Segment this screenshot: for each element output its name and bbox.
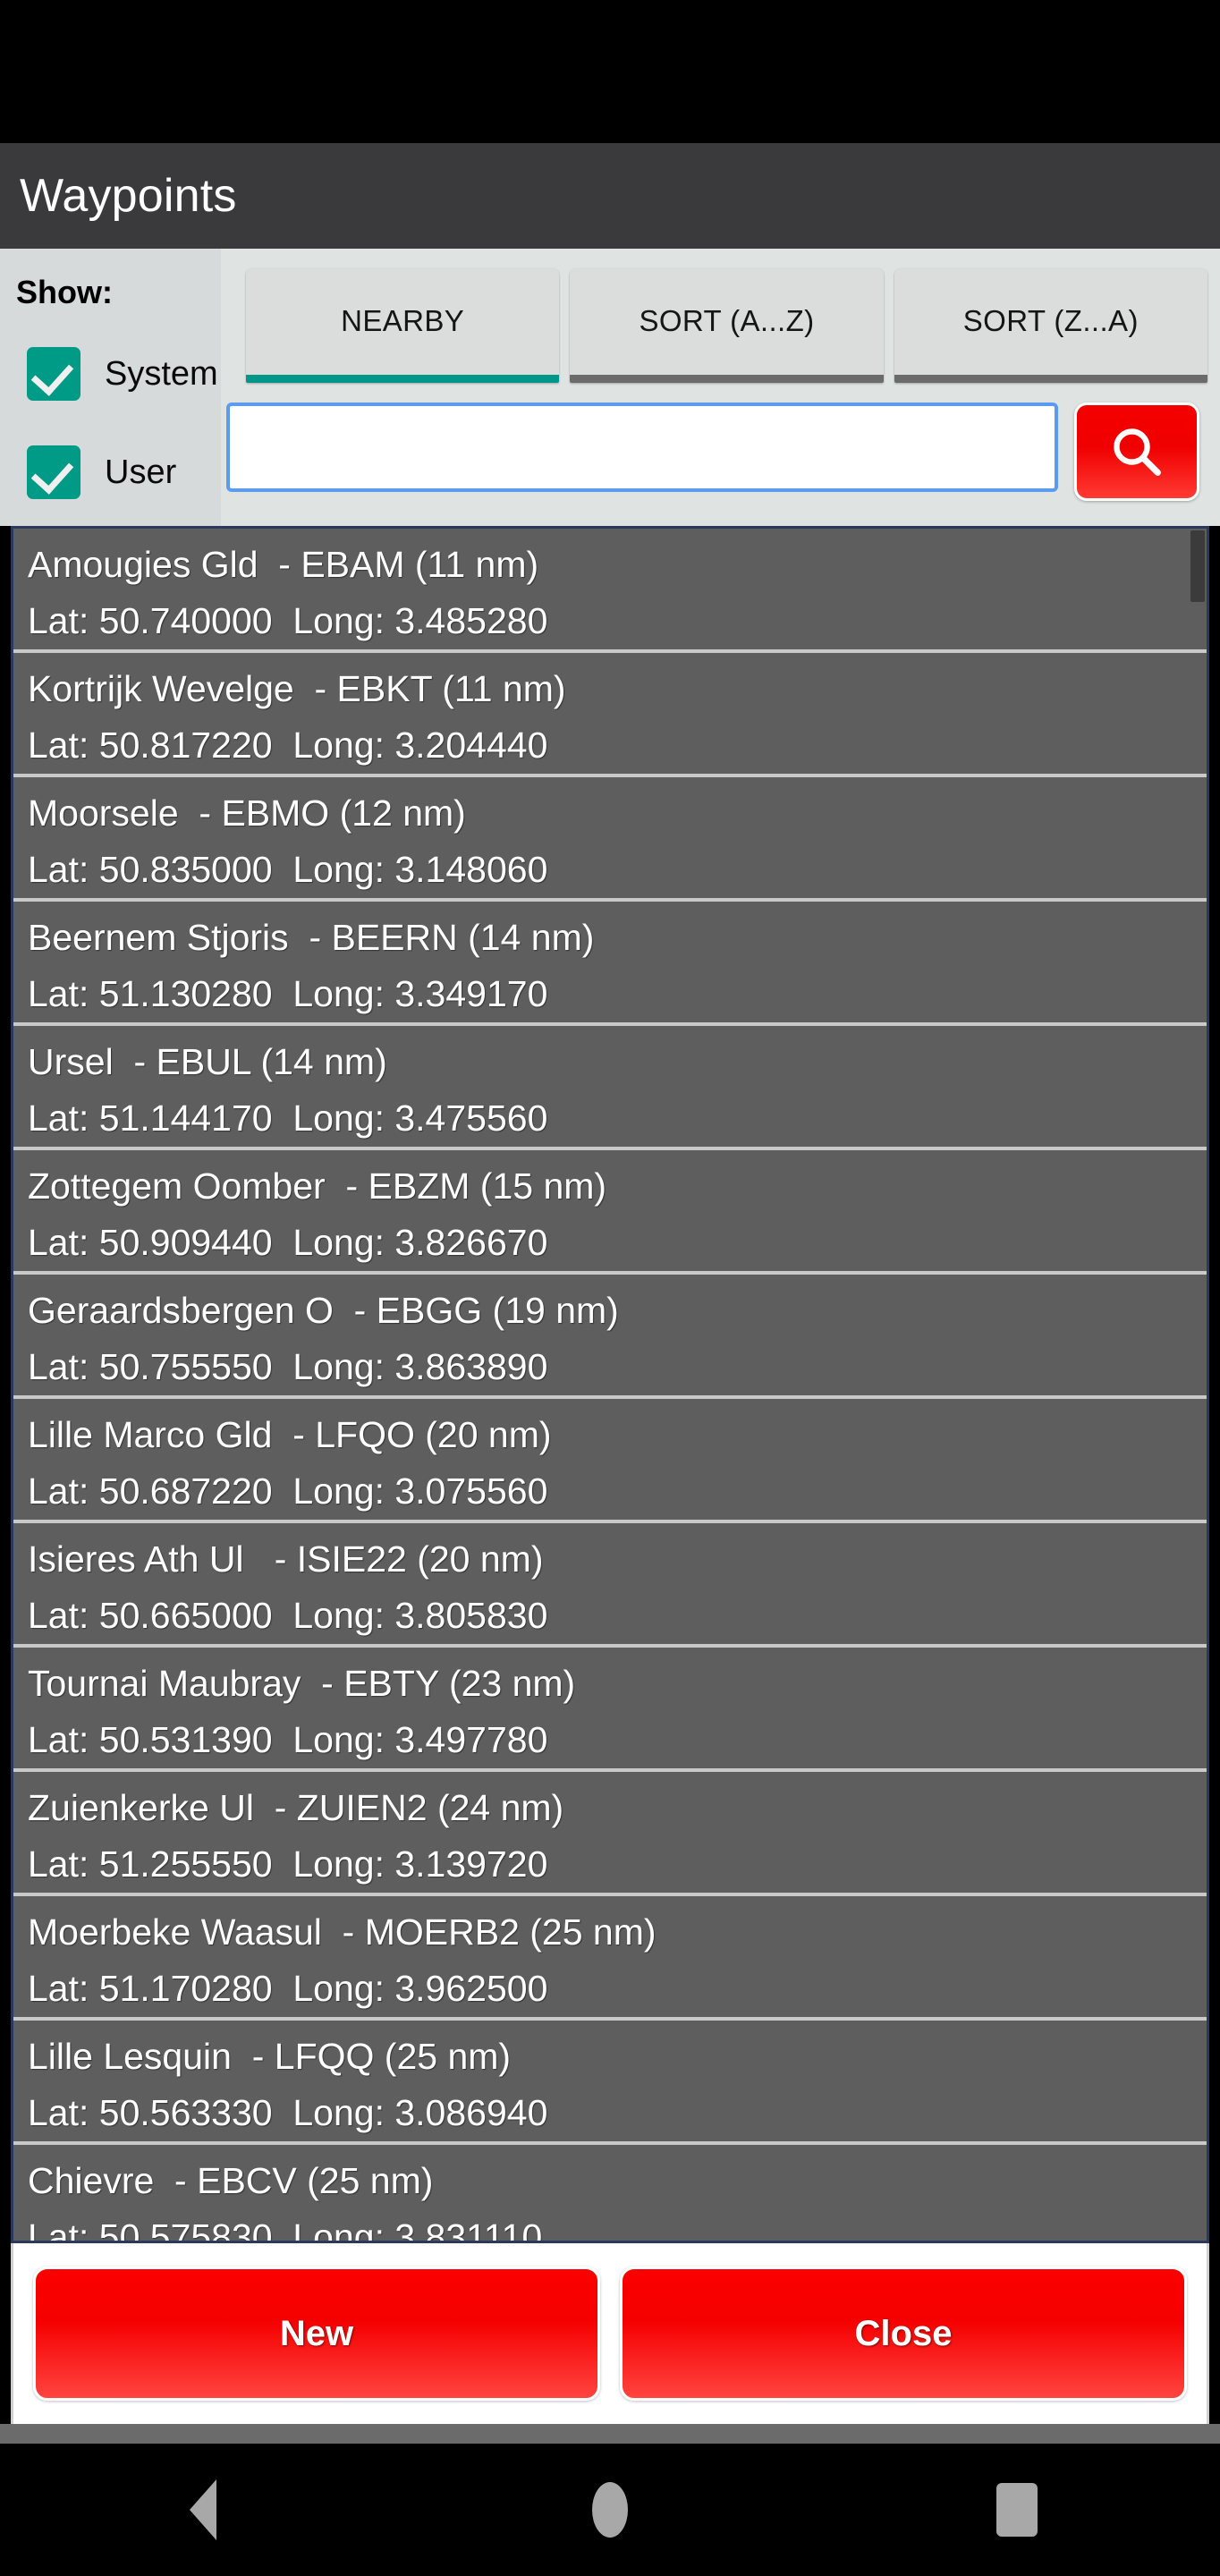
waypoint-row[interactable]: Zottegem Oomber - EBZM (15 nm) Lat: 50.90… (13, 1150, 1207, 1275)
waypoint-row-title: Tournai Maubray - EBTY (23 nm) (28, 1663, 576, 1704)
nav-back-button[interactable] (0, 2444, 407, 2576)
waypoint-row-title: Lille Lesquin - LFQQ (25 nm) (28, 2036, 512, 2077)
waypoint-row-title: Zuienkerke Ul - ZUIEN2 (24 nm) (28, 1787, 564, 1828)
checkbox-row-system[interactable]: System (27, 347, 218, 401)
waypoint-row-title: Moerbeke Waasul - MOERB2 (25 nm) (28, 1911, 657, 1953)
search-row (226, 402, 1215, 512)
recents-square-icon (995, 2483, 1038, 2537)
waypoint-list[interactable]: Amougies Gld - EBAM (11 nm) Lat: 50.74000… (11, 526, 1209, 2243)
tab-nearby-label: NEARBY (341, 304, 465, 337)
waypoint-row-coords: Lat: 50.909440 Long: 3.826670 (28, 1222, 548, 1263)
waypoint-row[interactable]: Zuienkerke Ul - ZUIEN2 (24 nm) Lat: 51.25… (13, 1772, 1207, 1896)
home-circle-icon (592, 2482, 628, 2538)
back-triangle-icon (190, 2479, 217, 2540)
waypoint-row-title: Zottegem Oomber - EBZM (15 nm) (28, 1165, 607, 1207)
waypoint-row[interactable]: Beernem Stjoris - BEERN (14 nm) Lat: 51.1… (13, 902, 1207, 1026)
show-label: Show: (16, 274, 113, 310)
tab-sort-az[interactable]: SORT (A...Z) (570, 268, 884, 383)
waypoint-row-coords: Lat: 50.575830 Long: 3.831110 (28, 2216, 543, 2243)
footer-button-bar: New Close (11, 2243, 1209, 2424)
waypoint-row-coords: Lat: 50.687220 Long: 3.075560 (28, 1470, 548, 1512)
waypoint-row-coords: Lat: 50.835000 Long: 3.148060 (28, 849, 548, 890)
waypoint-row-coords: Lat: 50.665000 Long: 3.805830 (28, 1595, 548, 1636)
tab-sort-za-label: SORT (Z...A) (962, 304, 1139, 337)
waypoint-row-title: Moorsele - EBMO (12 nm) (28, 792, 466, 834)
page-title: Waypoints (20, 170, 237, 222)
title-bar: Waypoints (0, 143, 1220, 249)
waypoint-row[interactable]: Amougies Gld - EBAM (11 nm) Lat: 50.74000… (13, 529, 1207, 653)
waypoint-row-coords: Lat: 51.144170 Long: 3.475560 (28, 1097, 548, 1139)
waypoint-row-title: Kortrijk Wevelge - EBKT (11 nm) (28, 668, 566, 709)
android-nav-bar (0, 2444, 1220, 2576)
status-bar (0, 0, 1220, 143)
tab-nearby-underline (246, 375, 560, 383)
checkbox-system-label: System (105, 354, 218, 393)
waypoint-row-title: Lille Marco Gld - LFQO (20 nm) (28, 1414, 552, 1455)
tab-sort-az-underline (570, 375, 884, 383)
waypoint-row-coords: Lat: 50.817220 Long: 3.204440 (28, 724, 548, 766)
waypoint-row[interactable]: Kortrijk Wevelge - EBKT (11 nm) Lat: 50.8… (13, 653, 1207, 777)
waypoint-row[interactable]: Tournai Maubray - EBTY (23 nm) Lat: 50.53… (13, 1648, 1207, 1772)
waypoint-row-title: Chievre - EBCV (25 nm) (28, 2160, 434, 2201)
tab-sort-za[interactable]: SORT (Z...A) (894, 268, 1207, 383)
waypoint-row-coords: Lat: 51.130280 Long: 3.349170 (28, 973, 548, 1014)
nav-home-button[interactable] (407, 2444, 814, 2576)
nav-recents-button[interactable] (813, 2444, 1220, 2576)
footer-strip (0, 2424, 1220, 2444)
waypoint-row[interactable]: Lille Lesquin - LFQQ (25 nm) Lat: 50.5633… (13, 2021, 1207, 2145)
waypoint-list-inner: Amougies Gld - EBAM (11 nm) Lat: 50.74000… (13, 529, 1207, 2241)
search-icon (1114, 428, 1161, 476)
tab-nearby[interactable]: NEARBY (246, 268, 560, 383)
waypoint-row[interactable]: Isieres Ath Ul - ISIE22 (20 nm) Lat: 50.6… (13, 1523, 1207, 1648)
waypoint-row[interactable]: Moorsele - EBMO (12 nm) Lat: 50.835000 Lo… (13, 777, 1207, 902)
tab-bar: NEARBY SORT (A...Z) SORT (Z...A) (246, 268, 1207, 383)
app-root: Waypoints Show: System User NEARBY SORT … (0, 0, 1220, 2576)
waypoint-row-coords: Lat: 50.531390 Long: 3.497780 (28, 1719, 548, 1760)
waypoint-row-title: Geraardsbergen O - EBGG (19 nm) (28, 1290, 619, 1331)
waypoint-row-title: Amougies Gld - EBAM (11 nm) (28, 544, 539, 585)
tab-sort-za-underline (894, 375, 1207, 383)
waypoint-row-title: Ursel - EBUL (14 nm) (28, 1041, 387, 1082)
waypoint-row[interactable]: Chievre - EBCV (25 nm) Lat: 50.575830 Lon… (13, 2145, 1207, 2243)
checkbox-system-icon[interactable] (27, 347, 80, 401)
waypoint-row-title: Isieres Ath Ul - ISIE22 (20 nm) (28, 1538, 544, 1580)
waypoint-row-coords: Lat: 50.740000 Long: 3.485280 (28, 600, 548, 641)
waypoint-row-coords: Lat: 50.755550 Long: 3.863890 (28, 1346, 548, 1387)
waypoint-row-title: Beernem Stjoris - BEERN (14 nm) (28, 917, 595, 958)
waypoint-row[interactable]: Ursel - EBUL (14 nm) Lat: 51.144170 Long:… (13, 1026, 1207, 1150)
waypoint-row[interactable]: Geraardsbergen O - EBGG (19 nm) Lat: 50.7… (13, 1275, 1207, 1399)
waypoint-row-coords: Lat: 50.563330 Long: 3.086940 (28, 2092, 548, 2133)
checkbox-user-label: User (105, 453, 177, 491)
new-button[interactable]: New (33, 2267, 600, 2401)
checkbox-user-icon[interactable] (27, 445, 80, 499)
checkbox-row-user[interactable]: User (27, 445, 176, 499)
tab-sort-az-label: SORT (A...Z) (639, 304, 815, 337)
waypoint-row-coords: Lat: 51.255550 Long: 3.139720 (28, 1843, 548, 1885)
waypoint-row[interactable]: Moerbeke Waasul - MOERB2 (25 nm) Lat: 51.… (13, 1896, 1207, 2021)
scrollbar-thumb[interactable] (1190, 530, 1205, 602)
search-button[interactable] (1074, 402, 1199, 501)
waypoint-row[interactable]: Lille Marco Gld - LFQO (20 nm) Lat: 50.68… (13, 1399, 1207, 1523)
search-input[interactable] (226, 402, 1058, 492)
close-button[interactable]: Close (620, 2267, 1187, 2401)
waypoint-row-coords: Lat: 51.170280 Long: 3.962500 (28, 1968, 548, 2009)
